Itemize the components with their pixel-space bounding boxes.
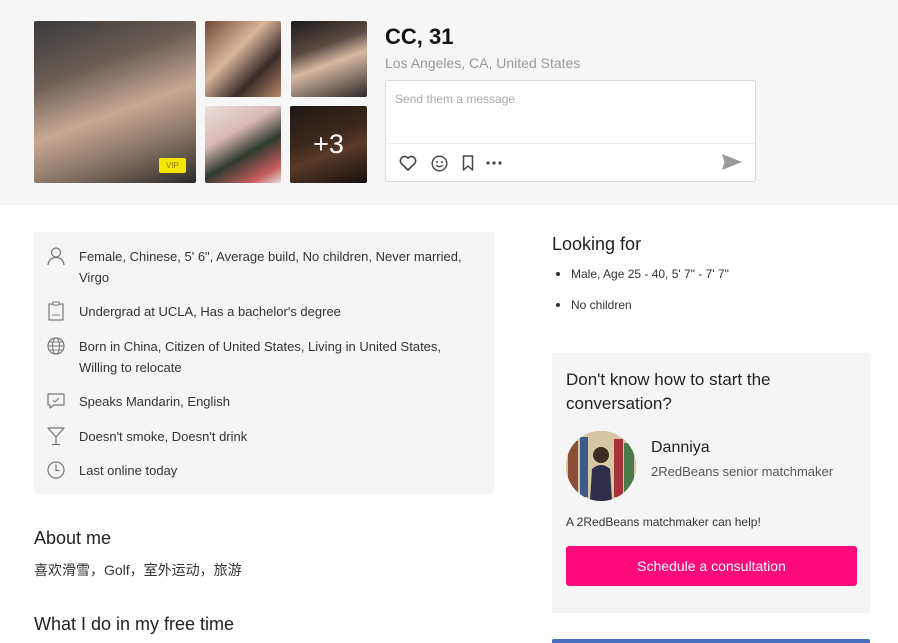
person-icon bbox=[46, 246, 66, 266]
detail-habits-text: Doesn't smoke, Doesn't drink bbox=[79, 429, 248, 444]
cocktail-icon bbox=[46, 426, 66, 446]
looking-for-item: No children bbox=[555, 296, 729, 327]
about-me-heading: About me bbox=[34, 528, 112, 548]
message-box bbox=[385, 80, 756, 182]
message-input[interactable] bbox=[395, 92, 745, 106]
detail-online-text: Last online today bbox=[79, 463, 178, 478]
about-me-text: 喜欢滑雪，Golf，室外运动，旅游 bbox=[34, 562, 242, 578]
main-photo[interactable]: VIP bbox=[34, 21, 196, 183]
matchmaker-role: 2RedBeans senior matchmaker bbox=[651, 464, 834, 479]
matchmaker-card: Don't know how to start the conversation… bbox=[552, 353, 870, 613]
heart-icon[interactable] bbox=[398, 153, 418, 173]
detail-languages-text: Speaks Mandarin, English bbox=[79, 394, 231, 409]
looking-for-item: Male, Age 25 - 40, 5' 7" - 7' 7" bbox=[555, 265, 729, 296]
send-icon[interactable] bbox=[721, 153, 745, 173]
vip-badge: VIP bbox=[159, 158, 186, 173]
bookmark-icon[interactable] bbox=[458, 153, 478, 173]
more-icon[interactable] bbox=[484, 153, 504, 173]
speech-icon bbox=[46, 391, 66, 411]
smile-icon[interactable] bbox=[429, 153, 449, 173]
next-card-edge bbox=[552, 639, 870, 643]
detail-origin-text: Born in China, Citizen of United States,… bbox=[79, 339, 442, 375]
matchmaker-question: Don't know how to start the conversation… bbox=[566, 370, 771, 413]
globe-icon bbox=[46, 336, 66, 356]
profile-details-card: Female, Chinese, 5' 6", Average build, N… bbox=[34, 232, 494, 494]
free-time-heading: What I do in my free time bbox=[34, 614, 235, 634]
detail-education-text: Undergrad at UCLA, Has a bachelor's degr… bbox=[79, 304, 341, 319]
divider bbox=[386, 143, 755, 144]
more-photos-thumbnail[interactable]: +3 bbox=[290, 106, 367, 183]
avatar bbox=[566, 431, 636, 501]
detail-basics-text: Female, Chinese, 5' 6", Average build, N… bbox=[79, 249, 462, 285]
more-photos-count: +3 bbox=[313, 129, 344, 159]
looking-for-heading: Looking for bbox=[552, 234, 642, 254]
profile-name: CC, 31 bbox=[385, 24, 454, 49]
matchmaker-name: Danniya bbox=[651, 439, 710, 456]
thumbnail-photo[interactable] bbox=[205, 21, 281, 97]
thumbnail-photo[interactable] bbox=[291, 21, 367, 97]
schedule-consultation-button[interactable]: Schedule a consultation bbox=[566, 546, 857, 586]
matchmaker-help-text: A 2RedBeans matchmaker can help! bbox=[566, 515, 761, 529]
profile-location: Los Angeles, CA, United States bbox=[385, 55, 581, 71]
thumbnail-photo[interactable] bbox=[205, 106, 281, 183]
clock-icon bbox=[46, 460, 66, 480]
looking-for-list: Male, Age 25 - 40, 5' 7" - 7' 7" No chil… bbox=[555, 265, 729, 327]
diploma-icon bbox=[46, 301, 66, 321]
